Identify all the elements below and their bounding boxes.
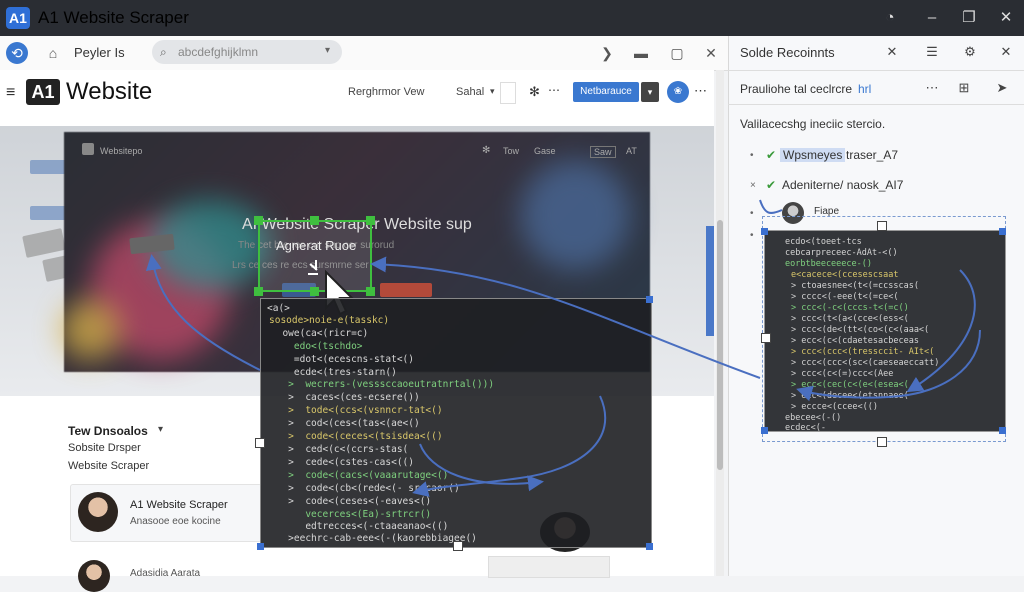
arrow-path [145, 254, 261, 371]
connector-arrows [145, 199, 981, 497]
arrow-path [759, 199, 783, 214]
arrow-path [796, 329, 981, 402]
arrow-path [370, 256, 761, 379]
arrow-path [906, 269, 976, 393]
arrow-path [412, 395, 607, 497]
